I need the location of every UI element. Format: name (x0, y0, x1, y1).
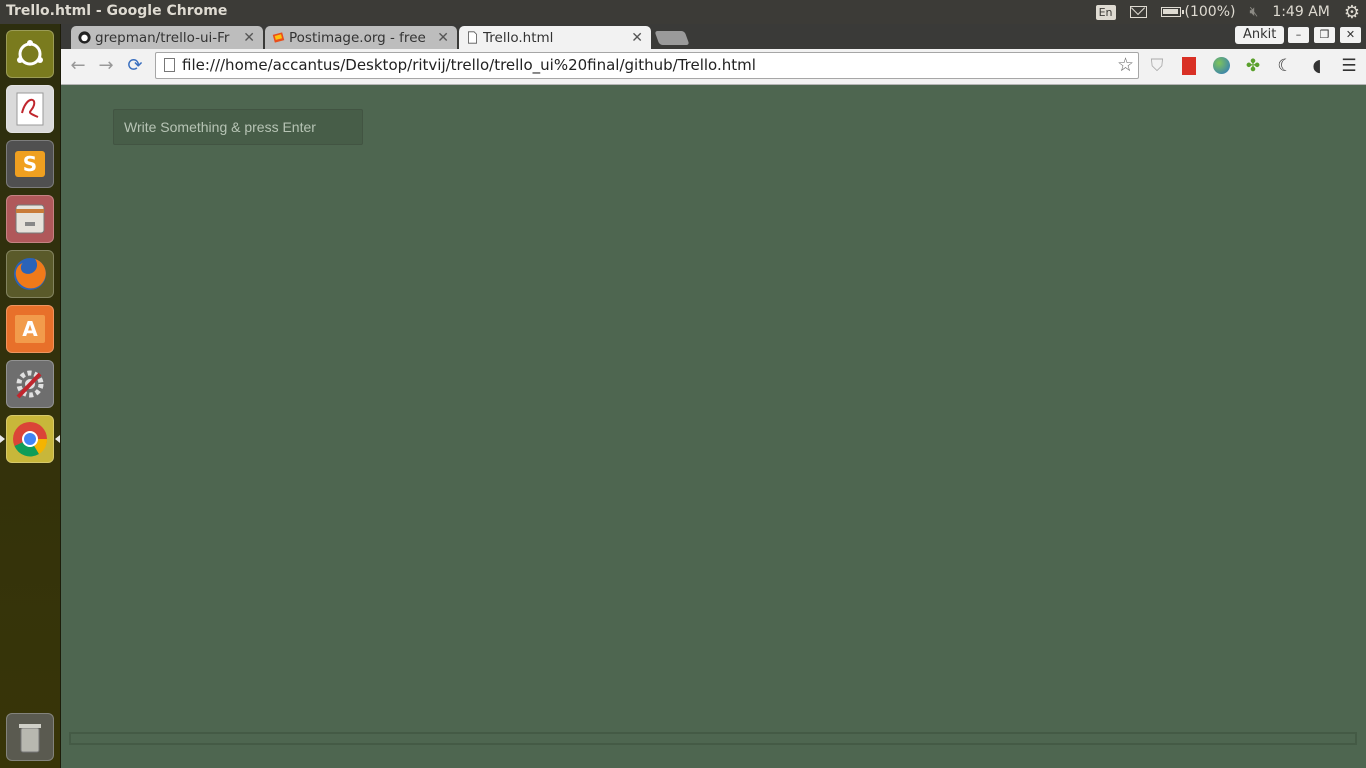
new-tab-button[interactable] (654, 31, 690, 45)
battery-indicator[interactable]: (100%) (1160, 4, 1236, 20)
launcher-system-settings[interactable] (6, 360, 54, 408)
tab-title: Trello.html (483, 29, 554, 46)
indicator-area: En (100%) 🔇︎ 1:49 AM ⚙ (1082, 0, 1366, 24)
chrome-icon (13, 422, 48, 457)
top-panel: Trello.html - Google Chrome En (100%) 🔇︎… (0, 0, 1366, 24)
file-cabinet-icon (15, 204, 45, 234)
battery-percentage: (100%) (1184, 4, 1236, 20)
moon-icon[interactable]: ☾ (1274, 55, 1296, 77)
volume-muted-icon: 🔇︎ (1249, 4, 1259, 20)
sound-indicator[interactable]: 🔇︎ (1249, 4, 1258, 20)
launcher-ubuntu-dash[interactable] (6, 30, 54, 78)
forward-button[interactable]: → (95, 55, 117, 77)
firefox-icon (14, 258, 46, 290)
url-text: file:///home/accantus/Desktop/ritvij/tre… (182, 56, 756, 74)
github-icon (78, 31, 91, 44)
leaf-icon[interactable]: ✤ (1242, 55, 1264, 77)
shield-icon[interactable]: ⛉ (1146, 55, 1168, 77)
reload-button[interactable]: ⟳ (124, 55, 146, 77)
unity-launcher: S A (0, 24, 61, 768)
tab-github[interactable]: grepman/trello-ui-Fr ✕ (71, 26, 263, 49)
profile-button[interactable]: Ankit (1235, 26, 1285, 44)
page-content (61, 85, 1366, 768)
launcher-files[interactable] (6, 195, 54, 243)
bookmark-star-icon[interactable]: ☆ (1117, 53, 1134, 78)
software-center-icon: A (15, 315, 45, 343)
launcher-running-indicator (0, 435, 5, 443)
tab-strip: grepman/trello-ui-Fr ✕ Postimage.org - f… (61, 24, 1366, 49)
close-icon[interactable]: ✕ (243, 30, 255, 46)
messaging-indicator[interactable] (1129, 6, 1147, 18)
ubuntu-logo-icon (17, 40, 43, 66)
clock[interactable]: 1:49 AM (1272, 4, 1330, 20)
settings-tools-icon (16, 370, 44, 399)
bookmark-red-icon[interactable] (1178, 55, 1200, 77)
close-icon[interactable]: ✕ (437, 30, 449, 46)
menu-icon[interactable]: ☰ (1338, 55, 1360, 77)
launcher-trash[interactable] (6, 713, 54, 761)
window-title: Trello.html - Google Chrome (6, 3, 228, 19)
launcher-document-viewer[interactable] (6, 85, 54, 133)
page-icon (468, 31, 477, 44)
tab-trello[interactable]: Trello.html ✕ (459, 26, 651, 49)
postimage-icon (272, 32, 285, 43)
keyboard-language-indicator[interactable]: En (1095, 4, 1116, 20)
mail-icon (1129, 6, 1147, 18)
chrome-window: grepman/trello-ui-Fr ✕ Postimage.org - f… (61, 24, 1366, 85)
launcher-focused-indicator (55, 435, 60, 443)
tab-title: Postimage.org - free (289, 29, 426, 46)
trash-icon (19, 724, 41, 753)
pdf-viewer-icon (16, 92, 44, 126)
minimize-button[interactable]: – (1288, 27, 1309, 43)
launcher-chrome[interactable] (6, 415, 54, 463)
tab-title: grepman/trello-ui-Fr (95, 29, 230, 46)
close-icon[interactable]: ✕ (631, 30, 643, 46)
back-button[interactable]: ← (67, 55, 89, 77)
browser-toolbar: ← → ⟳ file:///home/accantus/Desktop/ritv… (61, 49, 1366, 85)
close-window-button[interactable]: ✕ (1340, 27, 1361, 43)
address-bar[interactable]: file:///home/accantus/Desktop/ritvij/tre… (155, 52, 1139, 79)
globe-icon[interactable] (1210, 55, 1232, 77)
card-input[interactable] (113, 109, 363, 145)
restore-button[interactable]: ❐ (1314, 27, 1335, 43)
tab-postimage[interactable]: Postimage.org - free ✕ (265, 26, 457, 49)
settings-gear-icon[interactable]: ⚙ (1344, 2, 1360, 23)
battery-icon (1160, 7, 1184, 17)
launcher-firefox[interactable] (6, 250, 54, 298)
page-icon (164, 58, 175, 72)
launcher-software-center[interactable]: A (6, 305, 54, 353)
audio-icon[interactable]: ◖ (1306, 55, 1328, 77)
sublime-icon: S (15, 151, 45, 177)
launcher-sublime-text[interactable]: S (6, 140, 54, 188)
horizontal-scrollbar[interactable] (69, 732, 1357, 745)
